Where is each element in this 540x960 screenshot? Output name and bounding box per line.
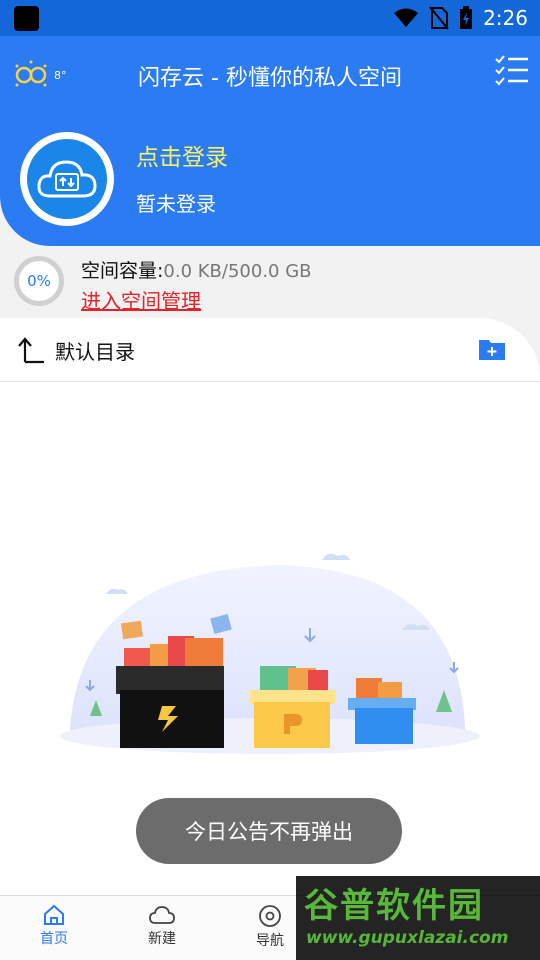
storage-usage-ring: 0% <box>14 256 64 306</box>
app-header: 8° 闪存云 - 秒懂你的私人空间 点击登录 暂未登录 <box>0 36 540 246</box>
nav-navigation-label: 导航 <box>256 933 284 949</box>
avatar[interactable] <box>20 132 114 226</box>
cloud-icon <box>149 906 175 924</box>
login-status: 暂未登录 <box>136 192 216 216</box>
directory-label: 默认目录 <box>55 340 135 364</box>
watermark-title: 谷普软件园 <box>304 886 484 926</box>
wifi-icon <box>394 8 419 27</box>
storage-section: 0% 空间容量:0.0 KB/500.0 GB 进入空间管理 <box>0 246 540 318</box>
battery-charging-icon <box>460 6 473 29</box>
app-title: 闪存云 - 秒懂你的私人空间 <box>138 66 402 91</box>
status-icons: 2:26 <box>393 0 528 36</box>
avatar-inner <box>27 139 107 219</box>
checklist-menu-button[interactable] <box>494 52 530 88</box>
storage-capacity: 空间容量:0.0 KB/500.0 GB <box>81 256 312 283</box>
nav-new[interactable]: 新建 <box>122 904 202 948</box>
login-link[interactable]: 点击登录 <box>136 138 228 172</box>
cloud-sync-icon <box>37 160 97 198</box>
up-arrow-icon <box>18 337 44 364</box>
storage-value: 0.0 KB/500.0 GB <box>163 261 312 282</box>
watermark-url: www.gupuxlazai.com <box>306 928 509 948</box>
nav-home-label: 首页 <box>40 931 68 947</box>
nav-new-label: 新建 <box>148 931 176 947</box>
parent-directory-button[interactable] <box>18 336 46 368</box>
notification-icon <box>14 6 39 31</box>
add-folder-icon <box>479 340 505 360</box>
home-icon <box>44 904 64 925</box>
status-bar: 2:26 <box>0 0 540 36</box>
status-time: 2:26 <box>483 6 528 30</box>
new-folder-button[interactable] <box>478 336 506 366</box>
directory-bar: 默认目录 <box>0 318 540 382</box>
compass-icon <box>259 905 281 927</box>
manage-space-link[interactable]: 进入空间管理 <box>81 285 201 314</box>
empty-folder-illustration <box>60 553 480 754</box>
no-sim-icon <box>429 6 449 30</box>
checklist-icon <box>495 55 528 86</box>
toast-message: 今日公告不再弹出 <box>136 798 402 864</box>
storage-percent: 0% <box>27 272 51 290</box>
nav-home[interactable]: 首页 <box>14 904 94 948</box>
storage-label: 空间容量: <box>81 260 164 282</box>
watermark: 谷普软件园 www.gupuxlazai.com <box>296 876 540 960</box>
